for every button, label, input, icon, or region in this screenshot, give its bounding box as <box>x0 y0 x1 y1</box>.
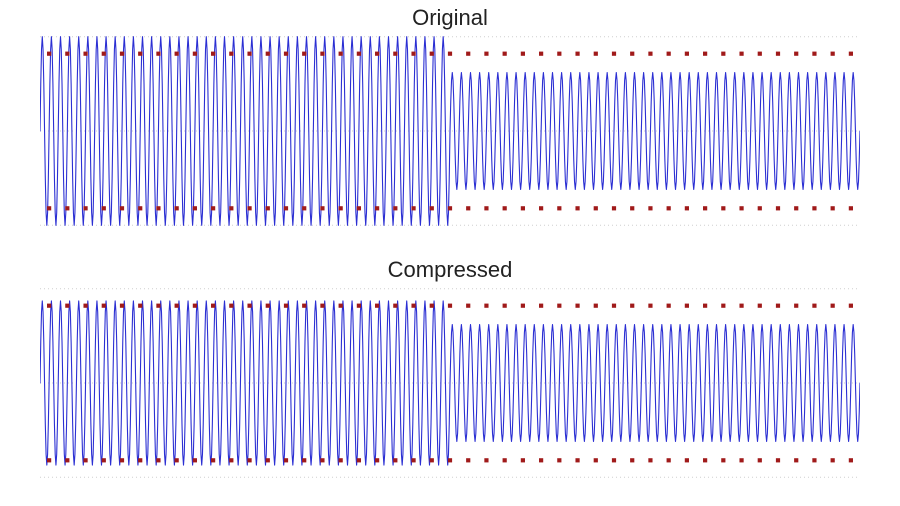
chart-area-compressed <box>40 284 860 482</box>
chart-svg-original <box>40 32 860 230</box>
panel-title-original: Original <box>40 4 860 32</box>
chart-area-original <box>40 32 860 230</box>
page: Original Compressed <box>0 0 900 506</box>
chart-svg-compressed <box>40 284 860 482</box>
panel-compressed: Compressed <box>40 256 860 482</box>
panel-original: Original <box>40 4 860 230</box>
panel-title-compressed: Compressed <box>40 256 860 284</box>
